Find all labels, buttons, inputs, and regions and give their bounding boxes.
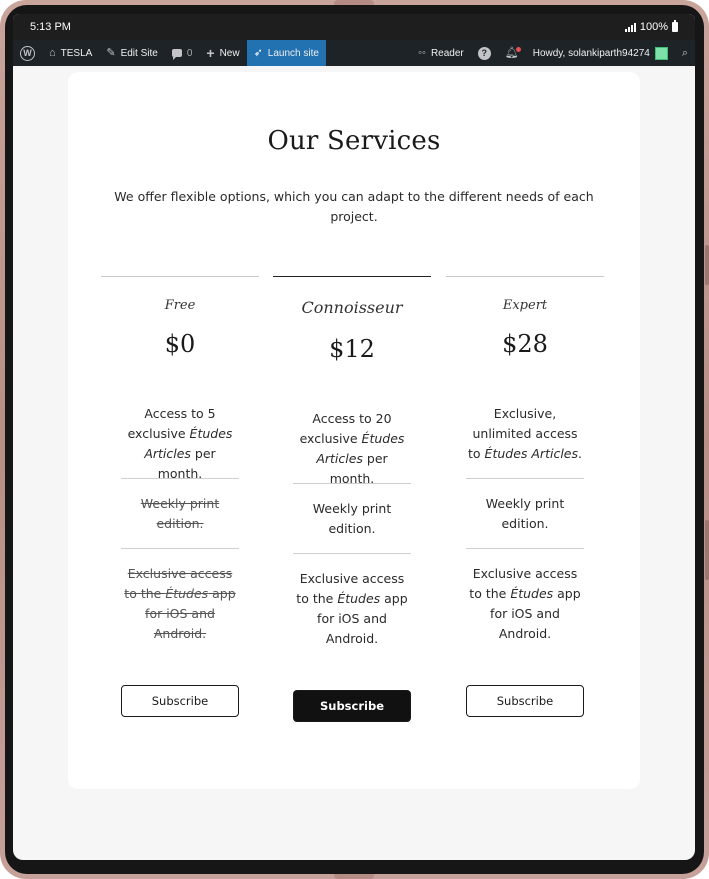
subscribe-button[interactable]: Subscribe xyxy=(293,690,411,722)
new-content-menu[interactable]: + New xyxy=(199,40,246,66)
screen: 5:13 PM 100% W ⌂ TESLA ✎ Edit Site 0 + N… xyxy=(13,14,695,860)
battery-icon xyxy=(672,20,678,32)
account-menu[interactable]: Howdy, solankiparth94274 xyxy=(526,40,675,66)
plan-expert: Expert $28 Exclusive, unlimited access t… xyxy=(446,276,604,736)
feature-divider xyxy=(293,553,411,554)
feature-divider xyxy=(121,548,239,549)
edit-site-label: Edit Site xyxy=(120,47,158,59)
admin-bar-secondary: ◦◦ Reader ? 🔔︎ Howdy, solankiparth94274 … xyxy=(411,40,695,66)
plan-feature: Exclusive, unlimited access to Études Ar… xyxy=(468,406,582,461)
plan-feature: Access to 5 exclusive Études Articles pe… xyxy=(127,406,233,481)
power-button xyxy=(705,520,709,580)
status-indicators: 100% xyxy=(624,20,678,33)
feature-divider xyxy=(293,483,411,484)
plan-name: Free xyxy=(164,298,196,313)
notifications-button[interactable]: 🔔︎ xyxy=(498,40,526,66)
plan-feature: Exclusive access to the Études app for i… xyxy=(124,566,236,641)
reader-glasses-icon: ◦◦ xyxy=(418,46,426,59)
launch-site-button[interactable]: ➶ Launch site xyxy=(246,40,326,66)
comments-count: 0 xyxy=(186,47,193,59)
search-icon: ⌕ xyxy=(681,46,688,59)
plan-top-rule xyxy=(273,276,431,277)
plan-price: $12 xyxy=(329,335,375,363)
launch-site-label: Launch site xyxy=(267,47,319,59)
plan-feature: Weekly print edition. xyxy=(485,496,565,531)
page-title: Our Services xyxy=(267,126,441,156)
plan-top-rule xyxy=(446,276,604,277)
plan-feature: Access to 20 exclusive Études Articles p… xyxy=(299,411,405,486)
plus-icon: + xyxy=(206,45,215,61)
search-button[interactable]: ⌕ xyxy=(675,40,695,66)
wp-admin-bar: W ⌂ TESLA ✎ Edit Site 0 + New ➶ Launch s… xyxy=(13,40,695,66)
plan-connoisseur: Connoisseur $12 Access to 20 exclusive É… xyxy=(273,276,431,736)
comment-icon xyxy=(171,49,182,60)
comments-link[interactable]: 0 xyxy=(165,40,200,66)
help-icon: ? xyxy=(477,46,491,60)
edit-site-link[interactable]: ✎ Edit Site xyxy=(99,40,164,66)
home-icon: ⌂ xyxy=(49,46,56,59)
wordpress-logo-icon: W xyxy=(20,45,35,61)
plan-feature: Weekly print edition. xyxy=(312,501,392,536)
plan-name: Expert xyxy=(502,298,548,313)
help-button[interactable]: ? xyxy=(471,40,498,66)
site-name: TESLA xyxy=(60,47,93,59)
howdy-label: Howdy, solankiparth94274 xyxy=(532,47,650,59)
status-bar: 5:13 PM 100% xyxy=(13,14,695,40)
subscribe-button[interactable]: Subscribe xyxy=(121,685,239,717)
rocket-icon: ➶ xyxy=(253,46,263,59)
site-name-menu[interactable]: ⌂ TESLA xyxy=(42,40,99,66)
status-time: 5:13 PM xyxy=(30,21,71,33)
plan-name: Connoisseur xyxy=(301,298,403,317)
device-frame: 5:13 PM 100% W ⌂ TESLA ✎ Edit Site 0 + N… xyxy=(0,0,709,879)
pencil-icon: ✎ xyxy=(106,46,116,59)
plan-price: $0 xyxy=(164,330,196,358)
intro-text: We offer flexible options, which you can… xyxy=(114,189,594,224)
battery-level: 100% xyxy=(639,21,668,33)
plan-feature: Exclusive access to the Études app for i… xyxy=(296,571,408,646)
reader-link[interactable]: ◦◦ Reader xyxy=(411,40,471,66)
plan-feature: Exclusive access to the Études app for i… xyxy=(469,566,581,641)
plan-feature: Weekly print edition. xyxy=(140,496,220,531)
signal-icon xyxy=(624,22,636,32)
plan-price: $28 xyxy=(502,330,548,358)
feature-divider xyxy=(466,548,584,549)
wp-logo-menu[interactable]: W xyxy=(13,40,42,66)
reader-label: Reader xyxy=(430,47,464,59)
subscribe-button[interactable]: Subscribe xyxy=(466,685,584,717)
plan-top-rule xyxy=(101,276,259,277)
volume-button xyxy=(705,245,709,285)
new-label: New xyxy=(219,47,240,59)
avatar xyxy=(654,46,668,60)
bell-icon: 🔔︎ xyxy=(504,46,521,59)
feature-divider xyxy=(466,478,584,479)
plan-free: Free $0 Access to 5 exclusive Études Art… xyxy=(101,276,259,736)
feature-divider xyxy=(121,478,239,479)
